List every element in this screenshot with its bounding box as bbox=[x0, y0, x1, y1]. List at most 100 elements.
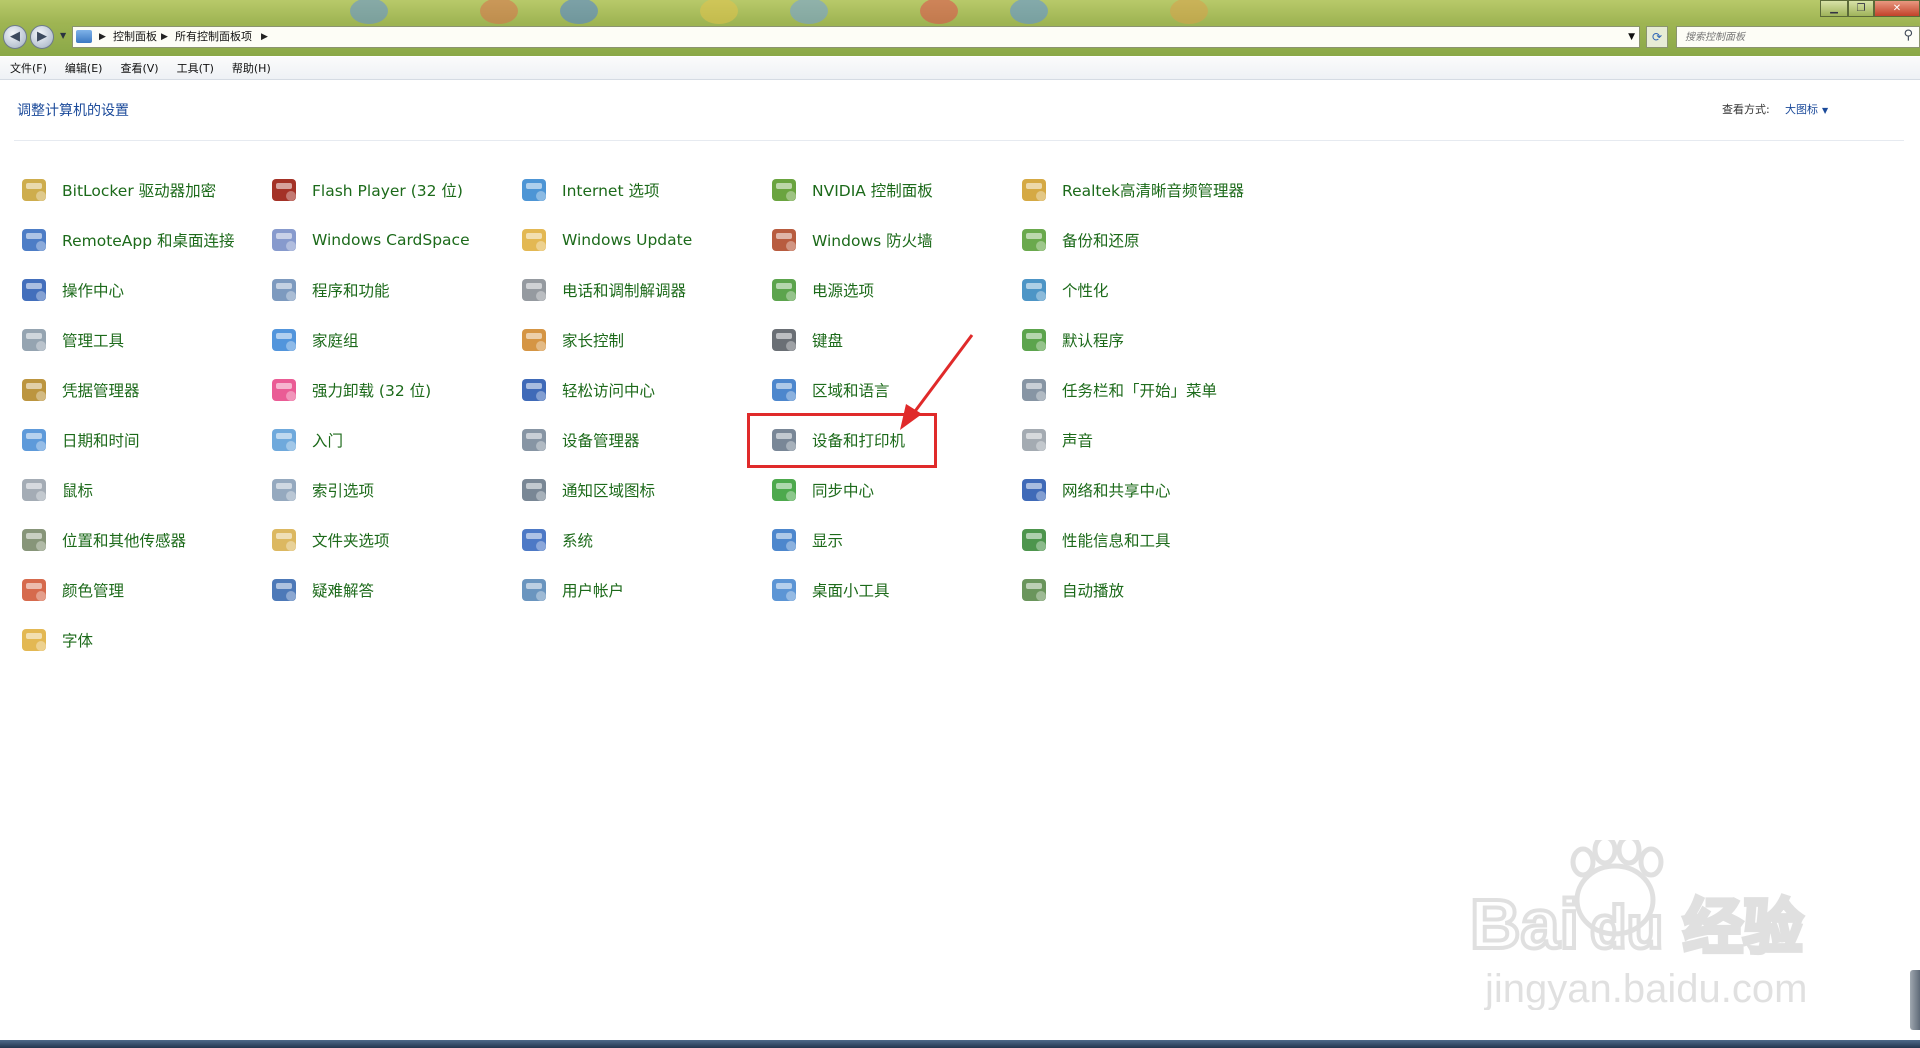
watermark-url: jingyan.baidu.com bbox=[1484, 967, 1807, 1010]
control-panel-item-label[interactable]: RemoteApp 和桌面连接 bbox=[62, 229, 235, 251]
control-panel-item-label[interactable]: 自动播放 bbox=[1062, 579, 1124, 601]
control-panel-item[interactable]: 任务栏和「开始」菜单 bbox=[1018, 372, 1217, 408]
control-panel-item[interactable]: 声音 bbox=[1018, 422, 1093, 458]
control-panel-item-label[interactable]: 电话和调制解调器 bbox=[562, 279, 686, 301]
control-panel-item-label[interactable]: Windows CardSpace bbox=[312, 231, 470, 249]
control-panel-item[interactable]: 颜色管理 bbox=[18, 572, 124, 608]
control-panel-item[interactable]: 位置和其他传感器 bbox=[18, 522, 186, 558]
control-panel-item[interactable]: 网络和共享中心 bbox=[1018, 472, 1171, 508]
control-panel-item-label[interactable]: 管理工具 bbox=[62, 329, 124, 351]
backup-restore-icon bbox=[1018, 223, 1052, 257]
control-panel-item[interactable]: 文件夹选项 bbox=[268, 522, 390, 558]
control-panel-item[interactable]: 鼠标 bbox=[18, 472, 93, 508]
control-panel-item-label[interactable]: 区域和语言 bbox=[812, 379, 890, 401]
control-panel-item[interactable]: 字体 bbox=[18, 622, 93, 658]
control-panel-item[interactable]: 系统 bbox=[518, 522, 593, 558]
control-panel-item-label[interactable]: Windows Update bbox=[562, 231, 692, 249]
control-panel-item[interactable]: Windows 防火墙 bbox=[768, 222, 933, 258]
control-panel-item[interactable]: 电话和调制解调器 bbox=[518, 272, 686, 308]
control-panel-item-label[interactable]: 文件夹选项 bbox=[312, 529, 390, 551]
control-panel-item[interactable]: 区域和语言 bbox=[768, 372, 890, 408]
control-panel-item-label[interactable]: 用户帐户 bbox=[562, 579, 624, 601]
control-panel-item-label[interactable]: 索引选项 bbox=[312, 479, 374, 501]
control-panel-item-label[interactable]: 日期和时间 bbox=[62, 429, 140, 451]
control-panel-item-label[interactable]: 键盘 bbox=[812, 329, 843, 351]
control-panel-item-label[interactable]: 声音 bbox=[1062, 429, 1093, 451]
control-panel-item-label[interactable]: Flash Player (32 位) bbox=[312, 179, 463, 201]
control-panel-item-label[interactable]: 程序和功能 bbox=[312, 279, 390, 301]
control-panel-item-label[interactable]: 操作中心 bbox=[62, 279, 124, 301]
default-programs-icon bbox=[1018, 323, 1052, 357]
control-panel-item-label[interactable]: 电源选项 bbox=[812, 279, 874, 301]
control-panel-item[interactable]: 管理工具 bbox=[18, 322, 124, 358]
control-panel-item[interactable]: 显示 bbox=[768, 522, 843, 558]
control-panel-item[interactable]: Windows CardSpace bbox=[268, 222, 470, 258]
control-panel-item[interactable]: Flash Player (32 位) bbox=[268, 172, 463, 208]
control-panel-item[interactable]: 设备管理器 bbox=[518, 422, 640, 458]
control-panel-item[interactable]: 入门 bbox=[268, 422, 343, 458]
control-panel-item-label[interactable]: Internet 选项 bbox=[562, 179, 659, 201]
action-center-flag-icon bbox=[18, 273, 52, 307]
control-panel-item[interactable]: 默认程序 bbox=[1018, 322, 1124, 358]
control-panel-item-label[interactable]: 同步中心 bbox=[812, 479, 874, 501]
control-panel-item-label[interactable]: Realtek高清晰音频管理器 bbox=[1062, 179, 1244, 201]
control-panel-item-label[interactable]: 设备管理器 bbox=[562, 429, 640, 451]
control-panel-item[interactable]: 用户帐户 bbox=[518, 572, 624, 608]
control-panel-item[interactable]: 家长控制 bbox=[518, 322, 624, 358]
control-panel-item-label[interactable]: 网络和共享中心 bbox=[1062, 479, 1171, 501]
control-panel-item[interactable]: 性能信息和工具 bbox=[1018, 522, 1171, 558]
control-panel-item[interactable]: 电源选项 bbox=[768, 272, 874, 308]
taskbar-start-menu-icon bbox=[1018, 373, 1052, 407]
control-panel-item[interactable]: 日期和时间 bbox=[18, 422, 140, 458]
control-panel-item-label[interactable]: 鼠标 bbox=[62, 479, 93, 501]
control-panel-item-label[interactable]: 疑难解答 bbox=[312, 579, 374, 601]
control-panel-item[interactable]: 通知区域图标 bbox=[518, 472, 655, 508]
control-panel-item-label[interactable]: NVIDIA 控制面板 bbox=[812, 179, 933, 201]
control-panel-item-label[interactable]: 凭据管理器 bbox=[62, 379, 140, 401]
control-panel-item-label[interactable]: BitLocker 驱动器加密 bbox=[62, 179, 216, 201]
control-panel-item-label[interactable]: 强力卸载 (32 位) bbox=[312, 379, 431, 401]
control-panel-item-label[interactable]: 桌面小工具 bbox=[812, 579, 890, 601]
control-panel-item-label[interactable]: 通知区域图标 bbox=[562, 479, 655, 501]
control-panel-item[interactable]: 疑难解答 bbox=[268, 572, 374, 608]
control-panel-item-label[interactable]: 个性化 bbox=[1062, 279, 1109, 301]
control-panel-item[interactable]: 桌面小工具 bbox=[768, 572, 890, 608]
control-panel-item[interactable]: 索引选项 bbox=[268, 472, 374, 508]
control-panel-item[interactable]: 操作中心 bbox=[18, 272, 124, 308]
control-panel-item[interactable]: 同步中心 bbox=[768, 472, 874, 508]
control-panel-item[interactable]: 自动播放 bbox=[1018, 572, 1124, 608]
control-panel-item[interactable]: 备份和还原 bbox=[1018, 222, 1140, 258]
control-panel-item[interactable]: 轻松访问中心 bbox=[518, 372, 655, 408]
control-panel-item-label[interactable]: 默认程序 bbox=[1062, 329, 1124, 351]
control-panel-item-label[interactable]: 家长控制 bbox=[562, 329, 624, 351]
control-panel-item[interactable]: NVIDIA 控制面板 bbox=[768, 172, 933, 208]
control-panel-item-label[interactable]: 任务栏和「开始」菜单 bbox=[1062, 379, 1217, 401]
control-panel-item[interactable]: 强力卸载 (32 位) bbox=[268, 372, 431, 408]
control-panel-item[interactable]: 键盘 bbox=[768, 322, 843, 358]
credential-vault-icon bbox=[18, 373, 52, 407]
control-panel-item[interactable]: 程序和功能 bbox=[268, 272, 390, 308]
control-panel-item-label[interactable]: 显示 bbox=[812, 529, 843, 551]
control-panel-item[interactable]: Realtek高清晰音频管理器 bbox=[1018, 172, 1244, 208]
indexing-magnifier-icon bbox=[268, 473, 302, 507]
control-panel-item[interactable]: 凭据管理器 bbox=[18, 372, 140, 408]
control-panel-item[interactable]: 个性化 bbox=[1018, 272, 1109, 308]
control-panel-item-label[interactable]: 性能信息和工具 bbox=[1062, 529, 1171, 551]
control-panel-item-label[interactable]: 家庭组 bbox=[312, 329, 359, 351]
control-panel-item[interactable]: Windows Update bbox=[518, 222, 692, 258]
control-panel-item-label[interactable]: 系统 bbox=[562, 529, 593, 551]
control-panel-item-label[interactable]: 备份和还原 bbox=[1062, 229, 1140, 251]
control-panel-item-label[interactable]: 轻松访问中心 bbox=[562, 379, 655, 401]
control-panel-item-label[interactable]: 颜色管理 bbox=[62, 579, 124, 601]
folder-options-icon bbox=[268, 523, 302, 557]
control-panel-item[interactable]: Internet 选项 bbox=[518, 172, 659, 208]
control-panel-item[interactable]: 家庭组 bbox=[268, 322, 359, 358]
control-panel-item-label[interactable]: 入门 bbox=[312, 429, 343, 451]
control-panel-item-label[interactable]: 字体 bbox=[62, 629, 93, 651]
svg-text:du: du bbox=[1590, 894, 1663, 961]
control-panel-item-label[interactable]: 位置和其他传感器 bbox=[62, 529, 186, 551]
admin-tools-icon bbox=[18, 323, 52, 357]
control-panel-item[interactable]: RemoteApp 和桌面连接 bbox=[18, 222, 235, 258]
control-panel-item[interactable]: BitLocker 驱动器加密 bbox=[18, 172, 216, 208]
control-panel-item-label[interactable]: Windows 防火墙 bbox=[812, 229, 933, 251]
